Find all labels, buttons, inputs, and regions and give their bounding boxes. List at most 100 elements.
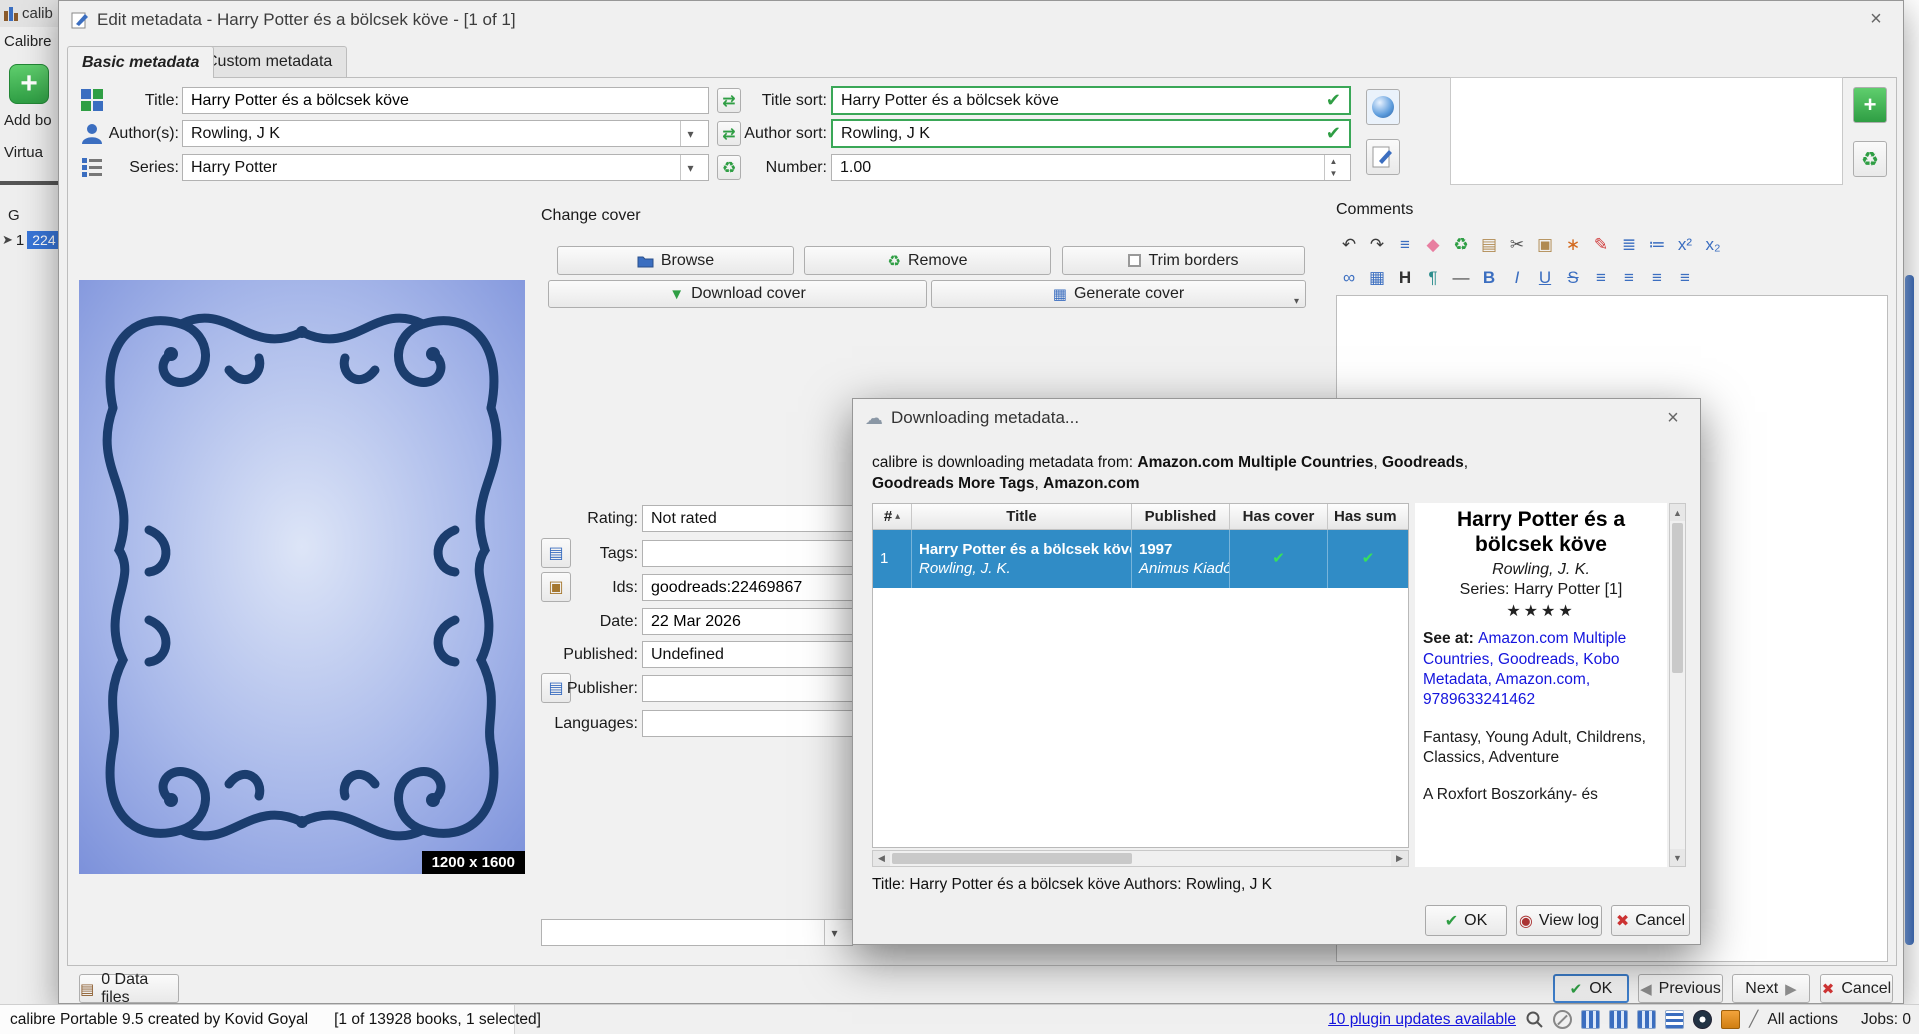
download-ok-button[interactable]: ✔ OK [1425, 905, 1507, 936]
generate-cover-button[interactable]: ▦ Generate cover ▾ [931, 280, 1306, 308]
align-justify-icon[interactable]: ≡ [1672, 265, 1698, 291]
metadata-source-combo[interactable]: ▾ [541, 919, 853, 946]
title-input-field[interactable] [191, 91, 700, 110]
align-left-icon[interactable]: ≡ [1588, 265, 1614, 291]
redo-icon[interactable]: ↷ [1364, 232, 1390, 258]
download-metadata-button[interactable] [1366, 89, 1400, 125]
download-dialog-close-icon[interactable]: × [1660, 407, 1686, 430]
scroll-left-icon[interactable]: ◀ [873, 851, 890, 866]
scroll-down-icon[interactable]: ▼ [1670, 849, 1685, 866]
pinned-row[interactable]: ➤ 1 224 [2, 231, 61, 249]
ok-button[interactable]: ✔ OK [1553, 974, 1629, 1003]
italic-icon[interactable]: I [1504, 265, 1530, 291]
download-cover-button[interactable]: ▼ Download cover [548, 280, 927, 308]
spin-up-icon[interactable]: ▲ [1325, 155, 1342, 168]
remove-cover-button[interactable]: ♻ [1853, 141, 1887, 177]
clear-restriction-icon[interactable] [1553, 1010, 1573, 1029]
table-hscrollbar[interactable]: ◀ ▶ [872, 850, 1409, 867]
horizontal-rule-icon[interactable]: — [1448, 265, 1474, 291]
col-title[interactable]: Title [912, 504, 1132, 529]
all-actions-label[interactable]: All actions [1767, 1011, 1838, 1029]
paste-icon[interactable]: ▣ [1532, 232, 1558, 258]
align-right-icon[interactable]: ≡ [1644, 265, 1670, 291]
title-input[interactable] [182, 87, 709, 114]
layout-cover-browser-icon[interactable] [1693, 1010, 1713, 1029]
search-highlight-icon[interactable] [1525, 1010, 1544, 1029]
chevron-down-icon[interactable]: ▾ [1294, 296, 1299, 307]
strikethrough-icon[interactable]: S [1560, 265, 1586, 291]
virtual-library-button[interactable]: Virtua [4, 144, 43, 161]
undo-icon[interactable]: ↶ [1336, 232, 1362, 258]
hscroll-thumb[interactable] [892, 853, 1132, 864]
calibre-library-button[interactable]: Calibre [4, 33, 52, 50]
align-center-icon[interactable]: ≡ [1616, 265, 1642, 291]
remove-cover-action-button[interactable]: ♻ Remove [804, 246, 1051, 275]
data-files-button[interactable]: ▤ 0 Data files [79, 971, 179, 1006]
number-spinner[interactable]: 1.00 ▲ ▼ [831, 154, 1351, 181]
select-all-icon[interactable]: ≡ [1392, 232, 1418, 258]
dialog-titlebar[interactable]: Edit metadata - Harry Potter és a bölcse… [59, 1, 1903, 38]
eraser-icon[interactable]: ◆ [1420, 232, 1446, 258]
smarten-punctuation-icon[interactable]: ¶ [1420, 265, 1446, 291]
cancel-button[interactable]: ✖ Cancel [1820, 974, 1893, 1003]
layout-search-icon[interactable] [1581, 1010, 1601, 1029]
spin-down-icon[interactable]: ▼ [1325, 168, 1342, 181]
previous-button[interactable]: ◀ Previous [1638, 974, 1723, 1003]
browse-cover-button[interactable]: Browse [557, 246, 794, 275]
superscript-icon[interactable]: x² [1672, 232, 1698, 258]
cut-icon[interactable]: ✂ [1504, 232, 1530, 258]
edit-page-icon [1372, 146, 1392, 168]
remove-format-icon[interactable]: ∗ [1560, 232, 1586, 258]
bullet-list-icon[interactable]: ≔ [1644, 232, 1670, 258]
add-books-label[interactable]: Add bo [4, 112, 52, 129]
add-cover-button[interactable]: + [1853, 87, 1887, 123]
spinner-arrows[interactable]: ▲ ▼ [1324, 155, 1342, 180]
clean-html-icon[interactable]: ♻ [1448, 232, 1474, 258]
clear-series-button[interactable]: ♻ [717, 155, 741, 180]
next-button[interactable]: Next ▶ [1732, 974, 1810, 1003]
scroll-right-icon[interactable]: ▶ [1391, 851, 1408, 866]
underline-icon[interactable]: U [1532, 265, 1558, 291]
heading-icon[interactable]: H [1392, 265, 1418, 291]
result-row-selected[interactable]: 1 Harry Potter és a bölcsek köve Rowling… [873, 530, 1408, 588]
col-published[interactable]: Published [1132, 504, 1230, 529]
view-log-button[interactable]: ◉ View log [1516, 905, 1602, 936]
copy-icon[interactable]: ▤ [1476, 232, 1502, 258]
book-cover-image[interactable]: 1200 x 1600 [79, 280, 525, 874]
download-dialog-titlebar[interactable]: ☁ Downloading metadata... [853, 399, 1700, 437]
insert-image-icon[interactable]: ▦ [1364, 265, 1390, 291]
series-combo[interactable]: Harry Potter ▾ [182, 154, 709, 181]
insert-link-icon[interactable]: ∞ [1336, 265, 1362, 291]
highlight-icon[interactable]: ✎ [1588, 232, 1614, 258]
vscroll-thumb[interactable] [1672, 523, 1683, 673]
tab-custom-metadata[interactable]: Custom metadata [191, 46, 348, 77]
chevron-down-icon[interactable]: ▾ [680, 121, 700, 146]
download-cancel-button[interactable]: ✖ Cancel [1611, 905, 1690, 936]
authors-combo[interactable]: Rowling, J K ▾ [182, 120, 709, 147]
scroll-up-icon[interactable]: ▲ [1670, 504, 1685, 521]
title-sort-input[interactable]: Harry Potter és a bölcsek köve ✔ [831, 86, 1351, 115]
chevron-down-icon[interactable]: ▾ [824, 920, 844, 945]
layout-tag-browser-icon[interactable] [1609, 1010, 1629, 1029]
jobs-indicator[interactable]: Jobs: 0 [1861, 1011, 1911, 1029]
col-num[interactable]: # ▴ [873, 504, 912, 529]
col-has-summary[interactable]: Has sum [1328, 504, 1408, 529]
layout-book-details-icon[interactable] [1637, 1010, 1657, 1029]
trim-borders-button[interactable]: Trim borders [1062, 246, 1305, 275]
bold-icon[interactable]: B [1476, 265, 1502, 291]
dialog-close-icon[interactable]: × [1863, 8, 1889, 31]
add-books-icon[interactable]: + [9, 64, 49, 104]
subscript-icon[interactable]: x₂ [1700, 232, 1726, 258]
author-sort-input[interactable]: Rowling, J K ✔ [831, 119, 1351, 148]
table-header: # ▴ Title Published Has cover Has sum [873, 504, 1408, 530]
layout-quickview-icon[interactable] [1721, 1010, 1741, 1029]
trim-cover-button[interactable] [1366, 139, 1400, 175]
plugin-updates-link[interactable]: 10 plugin updates available [1328, 1011, 1516, 1029]
col-has-cover[interactable]: Has cover [1230, 504, 1328, 529]
chevron-down-icon[interactable]: ▾ [680, 155, 700, 180]
ordered-list-icon[interactable]: ≣ [1616, 232, 1642, 258]
layout-grid-icon[interactable] [1665, 1010, 1685, 1029]
cover-browser-scrollbar[interactable] [1905, 275, 1914, 945]
details-vscrollbar[interactable]: ▲ ▼ [1669, 503, 1686, 867]
tab-basic-metadata[interactable]: Basic metadata [67, 46, 215, 78]
